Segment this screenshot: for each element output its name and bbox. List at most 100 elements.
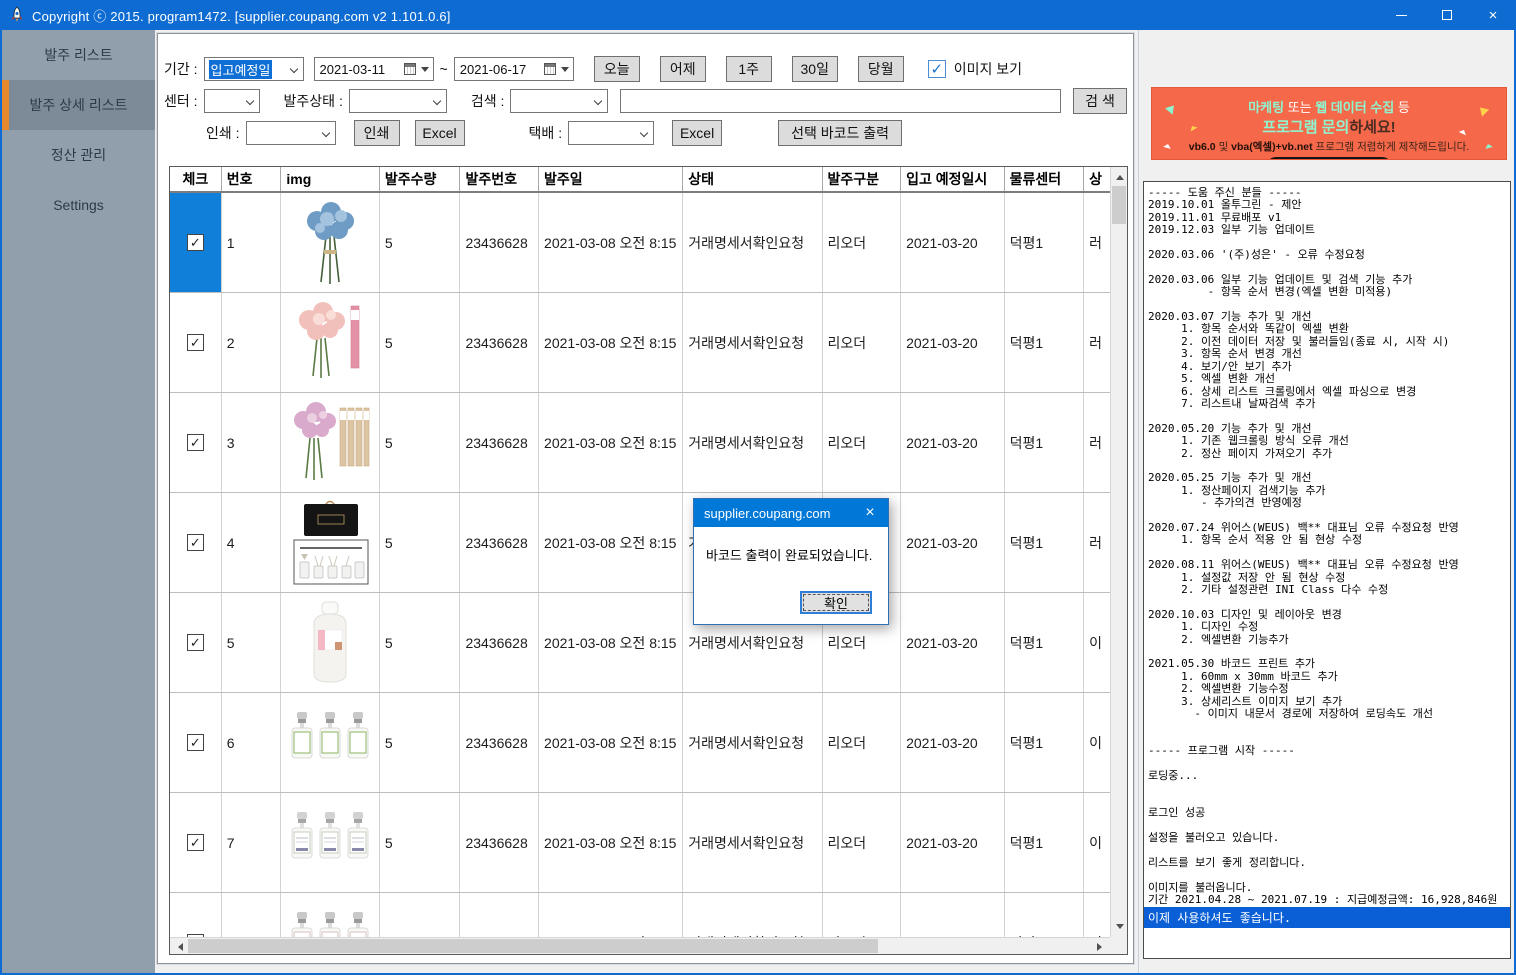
col-no: 번호 [222, 167, 282, 191]
cell-extra: 러 [1084, 293, 1110, 392]
scroll-right-button[interactable] [1093, 938, 1110, 955]
date-to-value: 2021-06-17 [460, 62, 527, 77]
scroll-left-button[interactable] [170, 938, 187, 955]
sidebar-item-settings[interactable]: Settings [2, 180, 155, 230]
date-from-picker[interactable]: 2021-03-11 [314, 57, 434, 81]
sidebar-item-order-list[interactable]: 발주 리스트 [2, 30, 155, 80]
thirty-days-button[interactable]: 30일 [792, 56, 838, 82]
date-range-tilde: ~ [440, 61, 448, 77]
search-input[interactable] [620, 89, 1061, 113]
table-row[interactable]: ✓ 4 [170, 493, 1110, 593]
period-type-select[interactable]: 입고예정일 [204, 57, 304, 81]
order-status-select[interactable] [349, 89, 447, 113]
row-check-cell[interactable]: ✓ [170, 493, 222, 592]
cell-extra: 러 [1084, 193, 1110, 292]
col-due-date: 입고 예정일시 [901, 167, 1004, 191]
cell-due-date: 2021-03-20 [901, 493, 1004, 592]
cell-status: 거래명세서확인요청 [683, 193, 822, 292]
cell-order-date: 2021-03-08 오전 8:15 [539, 393, 683, 492]
dialog-ok-button[interactable]: 확인 [800, 591, 872, 614]
search-type-select[interactable] [510, 89, 608, 113]
current-month-button[interactable]: 당월 [858, 56, 904, 82]
toolbar-row-period: 기간 : 입고예정일 2021-03-11 ~ 2021-06-17 오늘 [158, 56, 1133, 82]
col-extra: 상 [1084, 167, 1110, 191]
scroll-left-icon [174, 943, 183, 951]
maximize-button[interactable] [1424, 0, 1470, 30]
horizontal-scrollbar[interactable] [170, 937, 1110, 954]
banner-line-1: 마케팅 또는 웹 데이터 수집 등 [1152, 97, 1506, 116]
cell-order-no: 23436628 [460, 393, 539, 492]
horizontal-scroll-thumb[interactable] [188, 939, 878, 953]
row-check-cell[interactable]: ✓ [170, 293, 222, 392]
cell-extra: 이 [1084, 593, 1110, 692]
cell-center: 덕평1 [1005, 793, 1085, 892]
scroll-down-button[interactable] [1111, 920, 1128, 937]
cell-extra: 이 [1084, 793, 1110, 892]
image-view-checkbox[interactable]: ✓ [928, 60, 946, 78]
row-check-cell[interactable]: ✓ [170, 693, 222, 792]
table-row[interactable]: ✓ 8 5 23436628 [170, 893, 1110, 937]
table-row[interactable]: ✓ 1 5 23436628 2021-03-08 오전 [170, 193, 1110, 293]
print-button[interactable]: 인쇄 [354, 120, 400, 146]
cell-due-date: 2021-03-20 [901, 593, 1004, 692]
cell-order-date: 2021-03-08 오전 8:15 [539, 793, 683, 892]
scroll-up-button[interactable] [1111, 167, 1128, 184]
table-row[interactable]: ✓ 6 5 23436628 [170, 693, 1110, 793]
cell-qty: 5 [380, 393, 461, 492]
dialog-close-button[interactable]: × [852, 499, 888, 527]
cell-due-date: 2021-03-20 [901, 893, 1004, 937]
minimize-button[interactable] [1378, 0, 1424, 30]
checkbox-checked-icon: ✓ [187, 434, 204, 451]
cell-order-date: 2021-03-08 오전 8:15 [539, 593, 683, 692]
dialog-title: supplier.coupang.com [704, 506, 830, 521]
row-check-cell[interactable]: ✓ [170, 393, 222, 492]
table-row[interactable]: ✓ 3 [170, 393, 1110, 493]
sidebar-item-label: 발주 상세 리스트 [30, 95, 128, 115]
calendar-icon [404, 63, 416, 75]
ad-banner[interactable]: 마케팅 또는 웹 데이터 수집 등 프로그램 문의하세요! vb6.0 및 vb… [1151, 87, 1507, 160]
sidebar-item-label: 정산 관리 [51, 145, 106, 165]
close-button[interactable]: × [1470, 0, 1516, 30]
sidebar-item-order-detail-list[interactable]: 발주 상세 리스트 [2, 80, 155, 130]
cell-extra: 이 [1084, 693, 1110, 792]
cell-no: 3 [222, 393, 282, 492]
vertical-scrollbar[interactable] [1110, 167, 1127, 937]
chevron-down-icon [594, 97, 602, 105]
table-row[interactable]: ✓ 7 5 23436628 [170, 793, 1110, 893]
row-check-cell[interactable]: ✓ [170, 793, 222, 892]
excel-button[interactable]: Excel [415, 120, 465, 146]
sidebar-item-label: Settings [53, 197, 104, 213]
chevron-down-icon [289, 65, 297, 73]
order-detail-table: 체크 번호 img 발주수량 발주번호 발주일 상태 발주구분 입고 예정일시 … [169, 166, 1128, 955]
row-check-cell[interactable]: ✓ [170, 593, 222, 692]
yesterday-button[interactable]: 어제 [660, 56, 706, 82]
courier-select[interactable] [568, 121, 654, 145]
row-check-cell[interactable]: ✓ [170, 193, 222, 292]
date-to-picker[interactable]: 2021-06-17 [454, 57, 574, 81]
cell-order-type: 리오더 [823, 693, 902, 792]
today-button[interactable]: 오늘 [594, 56, 640, 82]
search-button[interactable]: 검 색 [1073, 88, 1127, 114]
table-row[interactable]: ✓ 2 5 23436628 [170, 293, 1110, 393]
courier-excel-button[interactable]: Excel [672, 120, 722, 146]
sidebar-item-settlement[interactable]: 정산 관리 [2, 130, 155, 180]
vertical-scroll-thumb[interactable] [1112, 186, 1126, 224]
banner-line-3: vb6.0 및 vba(엑셀)+vb.net 프로그램 저렴하게 제작해드립니다… [1152, 139, 1506, 154]
one-week-button[interactable]: 1주 [726, 56, 772, 82]
dialog-message: 바코드 출력이 완료되었습니다. [694, 527, 888, 564]
print-select[interactable] [246, 121, 336, 145]
cell-order-no: 23436628 [460, 893, 539, 937]
period-type-value: 입고예정일 [209, 60, 273, 79]
barcode-complete-dialog: supplier.coupang.com × 바코드 출력이 완료되었습니다. … [693, 498, 889, 625]
product-image-white-bottle [281, 593, 379, 692]
center-label: 센터 : [164, 91, 198, 111]
scroll-right-icon [1097, 943, 1106, 951]
row-check-cell[interactable]: ✓ [170, 893, 222, 937]
cell-order-no: 23436628 [460, 793, 539, 892]
cell-center: 덕평1 [1005, 493, 1085, 592]
cell-no: 2 [222, 293, 282, 392]
print-selected-barcode-button[interactable]: 선택 바코드 출력 [778, 120, 902, 146]
center-select[interactable] [204, 89, 260, 113]
checkbox-checked-icon: ✓ [187, 334, 204, 351]
table-row[interactable]: ✓ 5 5 23436628 [170, 593, 1110, 693]
